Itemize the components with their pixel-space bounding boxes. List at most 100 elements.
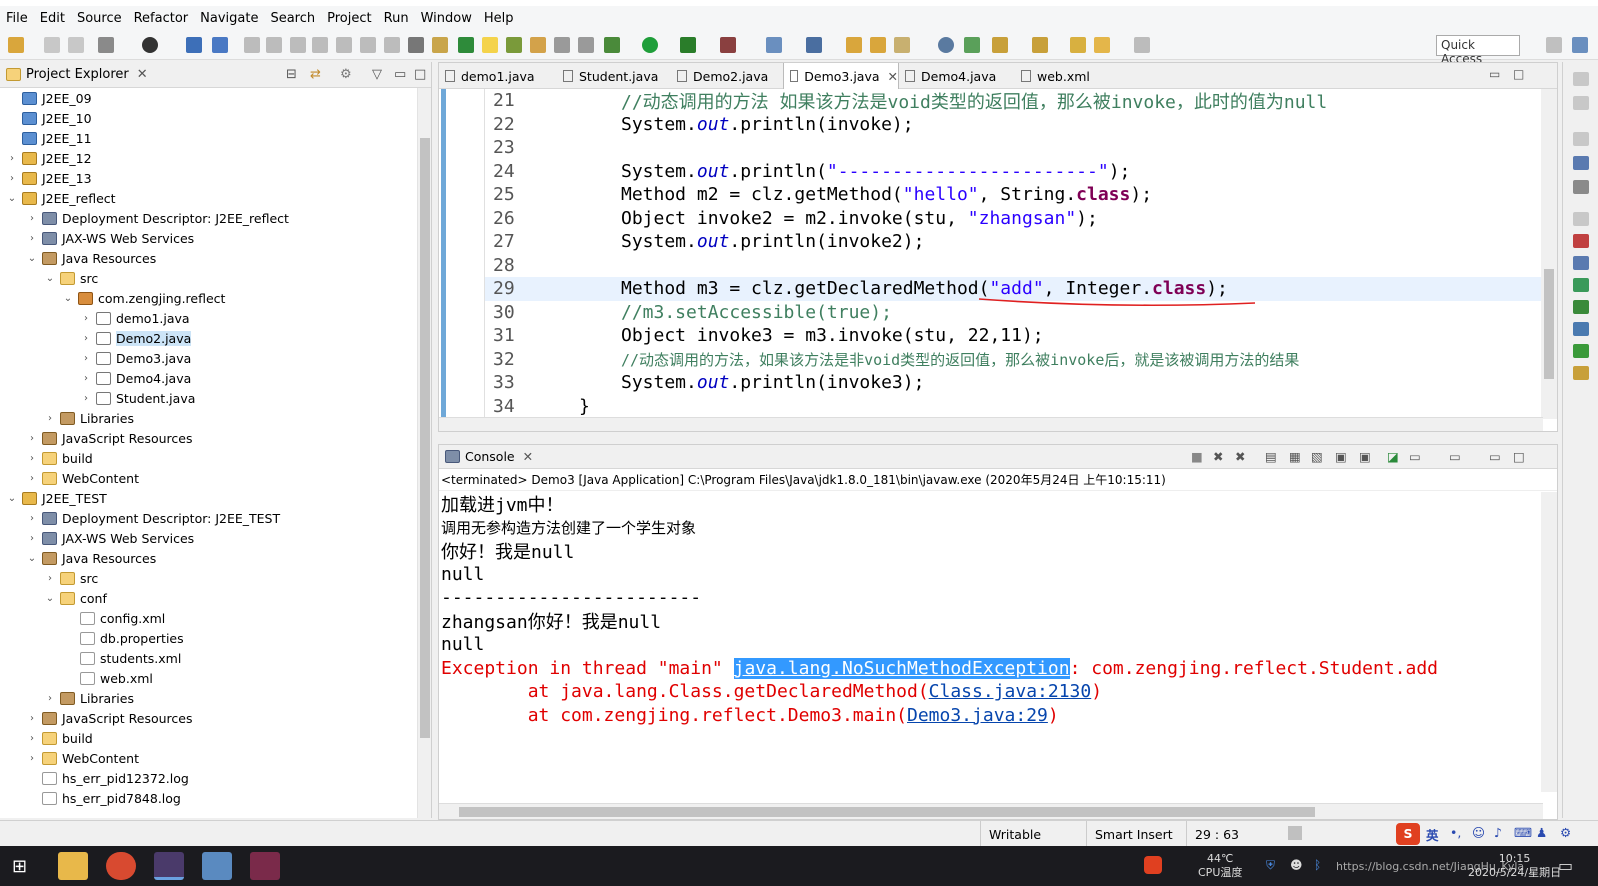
chevron-right-icon[interactable]: ›	[44, 413, 56, 424]
editor-vertical-scrollbar[interactable]	[1541, 89, 1557, 419]
javaee-perspective-icon[interactable]	[1572, 37, 1588, 53]
chevron-right-icon[interactable]: ›	[26, 753, 38, 764]
step-into-icon[interactable]	[336, 37, 352, 53]
scrollbar-thumb[interactable]	[420, 138, 430, 738]
tree-item-webcontent-test[interactable]: › WebContent	[26, 748, 139, 768]
show-stdout-icon[interactable]: ▣	[1335, 449, 1347, 464]
people-icon[interactable]: ☻	[1290, 858, 1303, 872]
refresh-icon[interactable]	[964, 37, 980, 53]
debug-icon[interactable]	[142, 37, 158, 53]
keyboard-icon[interactable]: ⌨	[1514, 825, 1532, 840]
maximize-icon[interactable]: □	[414, 67, 426, 82]
search-view-icon[interactable]	[1573, 344, 1589, 358]
remove-all-icon[interactable]: ✖	[1235, 449, 1245, 464]
tree-item-demo3[interactable]: › Demo3.java	[80, 348, 191, 368]
menu-source[interactable]: Source	[71, 11, 128, 26]
tree-item-java-resources[interactable]: ⌄ Java Resources	[26, 248, 156, 268]
tree-item-j2ee-10[interactable]: J2EE_10	[6, 108, 92, 128]
tree-item-build[interactable]: › build	[26, 448, 93, 468]
ime-mode[interactable]: 英	[1426, 825, 1439, 844]
chevron-down-icon[interactable]: ⌄	[26, 553, 38, 564]
maximize-icon[interactable]: □	[1513, 449, 1525, 464]
chevron-right-icon[interactable]: ›	[80, 313, 92, 324]
toggle-breakpoint-icon[interactable]	[458, 37, 474, 53]
menu-run[interactable]: Run	[378, 11, 415, 26]
terminate-icon[interactable]: ■	[1191, 449, 1203, 464]
code-editor[interactable]: 21//动态调用的方法 如果该方法是void类型的返回值，那么被invoke，此…	[485, 89, 1543, 419]
tree-item-j2ee-test[interactable]: ⌄ J2EE_TEST	[6, 488, 107, 508]
scroll-lock-icon[interactable]: ▦	[1289, 449, 1301, 464]
chevron-right-icon[interactable]: ›	[26, 453, 38, 464]
view-menu-icon[interactable]: ▽	[372, 67, 382, 82]
tree-item-src-test[interactable]: › src	[44, 568, 98, 588]
block-selection-icon[interactable]	[554, 37, 570, 53]
link-editor-icon[interactable]: ⇄	[310, 67, 321, 82]
chevron-right-icon[interactable]: ›	[26, 713, 38, 724]
next-annotation-icon[interactable]	[992, 37, 1008, 53]
console-title[interactable]: Console	[465, 449, 515, 464]
chevron-right-icon[interactable]: ›	[26, 473, 38, 484]
external-tools-icon[interactable]	[720, 37, 736, 53]
project-tree-scrollbar[interactable]	[417, 88, 431, 818]
eclipse-icon[interactable]	[154, 852, 184, 880]
menu-navigate[interactable]: Navigate	[194, 11, 264, 26]
media-player-icon[interactable]	[250, 852, 280, 880]
exception-link[interactable]: java.lang.NoSuchMethodException	[733, 657, 1070, 679]
run-icon[interactable]	[642, 37, 658, 53]
globe-icon[interactable]	[938, 37, 954, 53]
tree-item-demo1[interactable]: › demo1.java	[80, 308, 190, 328]
windows-start-icon[interactable]: ⊞	[12, 856, 27, 877]
filter-icon[interactable]: ⚙	[340, 67, 352, 82]
stack-trace-link[interactable]: Class.java:2130	[929, 681, 1092, 702]
tree-item-deployment-descriptor[interactable]: › Deployment Descriptor: J2EE_reflect	[26, 208, 289, 228]
chevron-right-icon[interactable]: ›	[26, 733, 38, 744]
chevron-right-icon[interactable]: ›	[80, 373, 92, 384]
chevron-down-icon[interactable]: ⌄	[6, 493, 18, 504]
show-whitespace-icon[interactable]	[578, 37, 594, 53]
tree-item-build-test[interactable]: › build	[26, 728, 93, 748]
chevron-right-icon[interactable]: ›	[44, 693, 56, 704]
tab-student[interactable]: Student.java	[557, 63, 671, 89]
forward-icon[interactable]	[1134, 37, 1150, 53]
data-source-icon[interactable]	[1573, 300, 1589, 314]
snippets-icon[interactable]	[1573, 322, 1589, 336]
properties-icon[interactable]	[1573, 256, 1589, 270]
tree-item-src[interactable]: ⌄ src	[44, 268, 98, 288]
progress-icon[interactable]	[1288, 826, 1302, 840]
chevron-right-icon[interactable]: ›	[26, 513, 38, 524]
chevron-right-icon[interactable]: ›	[44, 573, 56, 584]
last-edit-icon[interactable]	[1070, 37, 1086, 53]
chevron-down-icon[interactable]: ⌄	[44, 593, 56, 604]
restore-icon[interactable]	[1573, 132, 1589, 146]
tree-item-conf[interactable]: ⌄ conf	[44, 588, 107, 608]
tree-item-j2ee-11[interactable]: J2EE_11	[6, 128, 92, 148]
tree-item-jaxws-test[interactable]: › JAX-WS Web Services	[26, 528, 194, 548]
emoji-icon[interactable]: ☺	[1472, 825, 1485, 840]
console-horizontal-scrollbar[interactable]	[439, 803, 1543, 819]
tree-item-j2ee-reflect[interactable]: ⌄ J2EE_reflect	[6, 188, 116, 208]
tree-item-students-xml[interactable]: students.xml	[64, 648, 181, 668]
chevron-down-icon[interactable]: ⌄	[44, 273, 56, 284]
step-filter-icon[interactable]	[432, 37, 448, 53]
user-icon[interactable]: ♟	[1536, 825, 1547, 840]
tree-item-log-1[interactable]: hs_err_pid12372.log	[26, 768, 189, 788]
chevron-right-icon[interactable]: ›	[80, 333, 92, 344]
shield-icon[interactable]: ⛨	[1266, 858, 1275, 873]
tree-item-deployment-descriptor-test[interactable]: › Deployment Descriptor: J2EE_TEST	[26, 508, 280, 528]
step-return-icon[interactable]	[384, 37, 400, 53]
menu-help[interactable]: Help	[478, 11, 520, 26]
show-stderr-icon[interactable]: ▣	[1359, 449, 1371, 464]
word-wrap-icon[interactable]: ▧	[1311, 449, 1323, 464]
tree-item-package[interactable]: ⌄ com.zengjing.reflect	[62, 288, 226, 308]
notification-icon[interactable]: ▭	[1558, 856, 1573, 875]
remove-launch-icon[interactable]: ✖	[1213, 449, 1223, 464]
tab-web-xml[interactable]: web.xml	[1015, 63, 1115, 89]
menu-file[interactable]: File	[0, 11, 34, 26]
task-list-icon[interactable]	[1573, 180, 1589, 194]
chevron-right-icon[interactable]: ›	[6, 173, 18, 184]
tree-item-libraries-test[interactable]: › Libraries	[44, 688, 134, 708]
disconnect-icon[interactable]	[312, 37, 328, 53]
chrome-icon[interactable]	[106, 852, 136, 880]
chevron-right-icon[interactable]: ›	[80, 353, 92, 364]
wand-icon[interactable]	[98, 37, 114, 53]
